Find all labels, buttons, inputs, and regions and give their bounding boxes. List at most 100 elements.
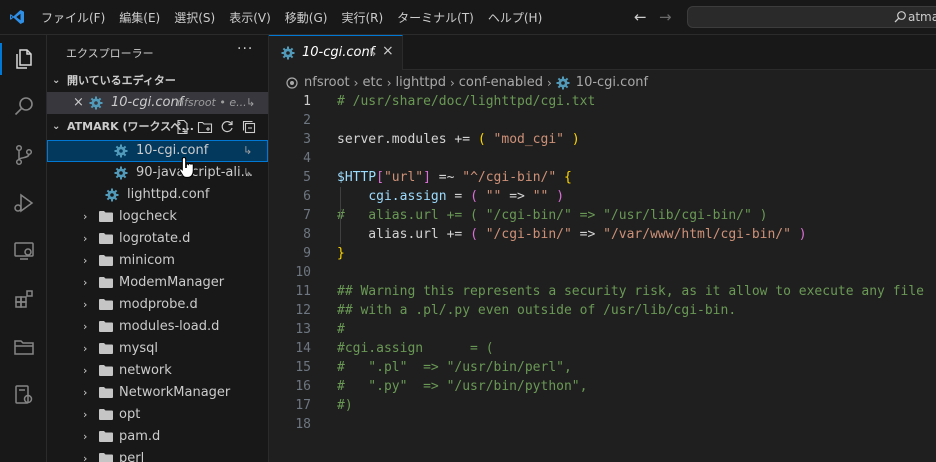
- tree-folder-network[interactable]: › network: [47, 360, 268, 382]
- line-text: #cgi.assign = (: [337, 339, 494, 358]
- code-line: 9}: [269, 244, 936, 263]
- code-line: 1 # /usr/share/doc/lighttpd/cgi.txt: [269, 92, 936, 111]
- new-file-icon[interactable]: [175, 119, 191, 135]
- code-token: [: [376, 170, 384, 185]
- indent-guide: [340, 187, 341, 244]
- code-token: alias.url +=: [337, 227, 471, 242]
- folder-icon: [99, 299, 113, 310]
- line-text: # /usr/share/doc/lighttpd/cgi.txt: [337, 92, 595, 111]
- code-line: 10: [269, 263, 936, 282]
- symlink-icon: ↳: [246, 96, 256, 109]
- code-token: "mod_cgi": [493, 132, 564, 147]
- tree-folder-label: mysql: [119, 341, 158, 356]
- tree-folder-modules-load-d[interactable]: › modules-load.d: [47, 316, 268, 338]
- breadcrumb-item[interactable]: etc: [362, 72, 382, 94]
- line-number: 10: [295, 265, 311, 280]
- refresh-icon[interactable]: [219, 119, 235, 135]
- tree-item-90-javascript-alias[interactable]: 90-javascript-ali... ↳: [47, 162, 268, 184]
- tree-folder-modprobe-d[interactable]: › modprobe.d: [47, 294, 268, 316]
- line-text: $HTTP["url"] =~ "^/cgi-bin/" {: [337, 168, 572, 187]
- close-icon[interactable]: ×: [382, 43, 394, 59]
- remote-explorer-button[interactable]: [0, 231, 47, 271]
- menu-help[interactable]: ヘルプ(H): [481, 6, 549, 30]
- code-token: # alias.url += ( "/cgi-bin/" => "/usr/li…: [337, 208, 768, 223]
- gear-icon: [89, 96, 103, 110]
- collapse-all-icon[interactable]: [241, 119, 257, 135]
- menu-terminal[interactable]: ターミナル(T): [390, 6, 481, 30]
- tree-folder-networkmanager[interactable]: › NetworkManager: [47, 382, 268, 404]
- run-debug-button[interactable]: [0, 183, 47, 223]
- tree-folder-mysql[interactable]: › mysql: [47, 338, 268, 360]
- line-number: 3: [303, 132, 311, 147]
- code-line: 6 cgi.assign = ( "" => "" ): [269, 187, 936, 206]
- code-token: =>: [571, 227, 604, 242]
- line-text: }: [337, 244, 345, 263]
- tree-folder-logcheck[interactable]: › logcheck: [47, 206, 268, 228]
- line-text: server.modules += ( "mod_cgi" ): [337, 130, 580, 149]
- breadcrumb-item[interactable]: conf-enabled: [459, 72, 543, 94]
- code-token: "/var/www/html/cgi-bin/": [603, 227, 791, 242]
- extensions-icon: [14, 290, 33, 308]
- remote-manager-button[interactable]: [0, 375, 47, 415]
- search-icon: [894, 11, 906, 23]
- tree-folder-label: ModemManager: [119, 275, 225, 290]
- tree-folder-minicom[interactable]: › minicom: [47, 250, 268, 272]
- open-editor-desc: nfsroot • e...: [177, 96, 247, 109]
- source-control-button[interactable]: [0, 135, 47, 175]
- tab-10-cgi-conf[interactable]: 10-cgi.conf ↳ ×: [269, 35, 403, 70]
- tree-folder-label: modprobe.d: [119, 297, 198, 312]
- code-token: "": [532, 189, 549, 204]
- tree-folder-modemmanager[interactable]: › ModemManager: [47, 272, 268, 294]
- breadcrumb-item[interactable]: 10-cgi.conf: [576, 72, 648, 94]
- tab-label: 10-cgi.conf: [302, 45, 375, 60]
- folder-view-button[interactable]: [0, 327, 47, 367]
- code-line: 2: [269, 111, 936, 130]
- code-line: 15 # ".pl" => "/usr/bin/perl",: [269, 358, 936, 377]
- line-text: ## Warning this represents a security ri…: [337, 282, 924, 301]
- code-token: $HTTP: [337, 170, 377, 185]
- line-number: 8: [303, 227, 311, 242]
- code-token: =: [446, 189, 471, 204]
- breadcrumb-item[interactable]: lighttpd: [396, 72, 446, 94]
- back-arrow-icon[interactable]: ←: [634, 9, 647, 25]
- folder-icon: [99, 453, 113, 462]
- open-editors-header[interactable]: ⌄ 開いているエディター: [47, 70, 268, 92]
- tree-folder-logrotate-d[interactable]: › logrotate.d: [47, 228, 268, 250]
- tree-folder-perl[interactable]: › perl: [47, 448, 268, 462]
- menu-go[interactable]: 移動(G): [278, 6, 335, 30]
- editor-area: 10-cgi.conf ↳ × nfsroot › etc › lighttpd…: [269, 35, 936, 462]
- more-actions-icon[interactable]: ···: [237, 41, 253, 57]
- workspace-header[interactable]: ⌄ ATMARK (ワークスペ...: [47, 116, 268, 138]
- forward-arrow-icon[interactable]: →: [659, 9, 672, 25]
- code-line: 3 server.modules += ( "mod_cgi" ): [269, 130, 936, 149]
- chevron-right-icon: ›: [83, 320, 88, 333]
- menu-view[interactable]: 表示(V): [222, 6, 278, 30]
- menu-file[interactable]: ファイル(F): [34, 6, 112, 30]
- code-line: 8 alias.url += ( "/cgi-bin/" => "/var/ww…: [269, 225, 936, 244]
- code-line: 18: [269, 415, 936, 434]
- code-line: 7 # alias.url += ( "/cgi-bin/" => "/usr/l…: [269, 206, 936, 225]
- extensions-button[interactable]: [0, 279, 47, 319]
- command-center-search[interactable]: atma: [687, 6, 936, 28]
- tree-item-10-cgi-conf[interactable]: 10-cgi.conf ↳: [47, 140, 268, 162]
- new-folder-icon[interactable]: [197, 119, 213, 135]
- tree-folder-label: modules-load.d: [119, 319, 220, 334]
- menu-run[interactable]: 実行(R): [334, 6, 390, 30]
- command-center-text: atma: [908, 10, 936, 24]
- title-bar: ファイル(F) 編集(E) 選択(S) 表示(V) 移動(G) 実行(R) ター…: [0, 0, 936, 35]
- tree-item-lighttpd-conf[interactable]: lighttpd.conf: [47, 184, 268, 206]
- menu-selection[interactable]: 選択(S): [167, 6, 222, 30]
- breadcrumb-item[interactable]: nfsroot: [304, 72, 350, 94]
- close-icon[interactable]: ×: [73, 92, 84, 114]
- menu-edit[interactable]: 編集(E): [112, 6, 167, 30]
- search-view-button[interactable]: [0, 87, 47, 127]
- open-editor-item[interactable]: × 10-cgi.conf nfsroot • e... ↳: [47, 92, 268, 114]
- line-number: 14: [295, 341, 311, 356]
- explorer-button[interactable]: [0, 39, 47, 79]
- root-folder-icon: [286, 77, 298, 89]
- tree-folder-opt[interactable]: › opt: [47, 404, 268, 426]
- tree-folder-label: NetworkManager: [119, 385, 231, 400]
- folder-icon: [99, 343, 113, 354]
- tree-folder-pam-d[interactable]: › pam.d: [47, 426, 268, 448]
- device-settings-icon: [14, 385, 32, 404]
